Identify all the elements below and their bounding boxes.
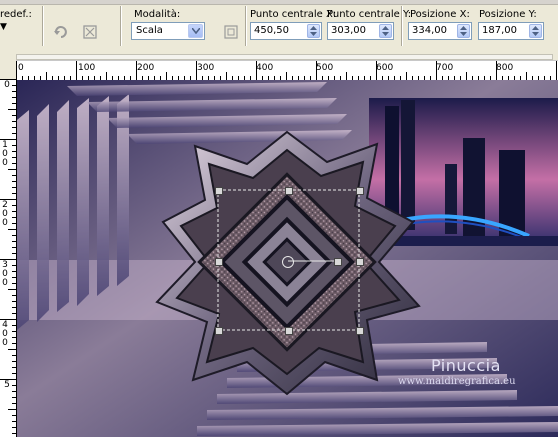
signature-url: www.maidiregrafica.eu <box>398 376 516 387</box>
horizontal-ruler: 0 100 200 300 400 500 600 700 800 <box>16 60 558 81</box>
vertical-ruler: 0 1 0 0 2 0 0 3 0 0 4 0 0 5 <box>0 79 17 437</box>
transform-handle[interactable] <box>285 327 293 335</box>
rotation-arm-handle[interactable] <box>334 258 342 266</box>
position-x-label: Posizione X: <box>410 9 470 20</box>
reset-transform-icon[interactable] <box>78 21 102 43</box>
position-x-spinner[interactable] <box>457 24 470 38</box>
ruler-label: 400 <box>256 63 274 73</box>
ruler-label: 4 0 0 <box>2 320 8 348</box>
ruler-label: 500 <box>316 63 334 73</box>
ruler-label: 700 <box>436 63 454 73</box>
transform-handle[interactable] <box>356 258 364 266</box>
toolbar-separator <box>245 6 247 46</box>
transform-handle[interactable] <box>356 187 364 195</box>
mode-label: Modalità: <box>134 9 181 20</box>
ruler-label: 5 <box>4 380 10 390</box>
center-y-value: 303,00 <box>331 25 366 36</box>
transform-handle[interactable] <box>356 327 364 335</box>
ruler-label: 2 0 0 <box>2 200 8 228</box>
transform-handle[interactable] <box>215 327 223 335</box>
toolbar-separator <box>120 6 122 46</box>
ruler-label: 600 <box>376 63 394 73</box>
mode-dropdown[interactable]: Scala <box>131 22 205 40</box>
transform-handle[interactable] <box>285 187 293 195</box>
center-x-spinner[interactable] <box>307 24 320 38</box>
position-y-value: 187,00 <box>482 25 517 36</box>
ruler-label: 1 0 0 <box>2 140 8 168</box>
preset-dropdown-arrow-icon[interactable]: ▼ <box>0 22 7 32</box>
position-y-label: Posizione Y: <box>479 9 537 20</box>
center-y-label: Punto centrale Y: <box>327 9 412 20</box>
toolbar-separator <box>401 6 403 46</box>
ruler-label: 0 <box>4 80 10 90</box>
mode-value: Scala <box>136 25 163 36</box>
ruler-label: 100 <box>78 63 96 73</box>
transform-handle[interactable] <box>215 258 223 266</box>
position-x-value: 334,00 <box>412 25 447 36</box>
ruler-label: 200 <box>137 63 155 73</box>
position-y-spinner[interactable] <box>529 24 542 38</box>
ruler-label: 3 0 0 <box>2 260 8 288</box>
rotate-icon[interactable] <box>49 21 73 43</box>
center-x-label: Punto centrale X: <box>250 9 337 20</box>
ruler-label: 800 <box>496 63 514 73</box>
position-x-input[interactable]: 334,00 <box>408 22 472 40</box>
ruler-ticks <box>16 61 557 80</box>
transform-handle[interactable] <box>215 187 223 195</box>
horizontal-scrollbar[interactable] <box>0 52 558 60</box>
toolbar-top-strip <box>0 0 558 5</box>
center-y-spinner[interactable] <box>379 24 392 38</box>
toolbar-separator <box>42 6 44 46</box>
center-x-value: 450,50 <box>254 25 289 36</box>
ruler-label: 0 <box>18 63 24 73</box>
tool-options-bar: redef.: ▼ Modalità: Scala Punto centrale… <box>0 0 558 53</box>
ruler-label: 300 <box>197 63 215 73</box>
center-y-input[interactable]: 303,00 <box>327 22 394 40</box>
position-y-input[interactable]: 187,00 <box>478 22 544 40</box>
signature-name: Pinuccia <box>431 356 501 375</box>
image-canvas[interactable]: Pinuccia www.maidiregrafica.eu <box>17 80 558 437</box>
transform-grid-icon[interactable] <box>219 21 243 43</box>
rotation-pivot-handle[interactable] <box>282 256 294 268</box>
center-x-input[interactable]: 450,50 <box>250 22 322 40</box>
ruler-corner <box>0 60 16 80</box>
preset-label: redef.: <box>0 9 32 20</box>
chevron-down-icon[interactable] <box>188 24 203 38</box>
